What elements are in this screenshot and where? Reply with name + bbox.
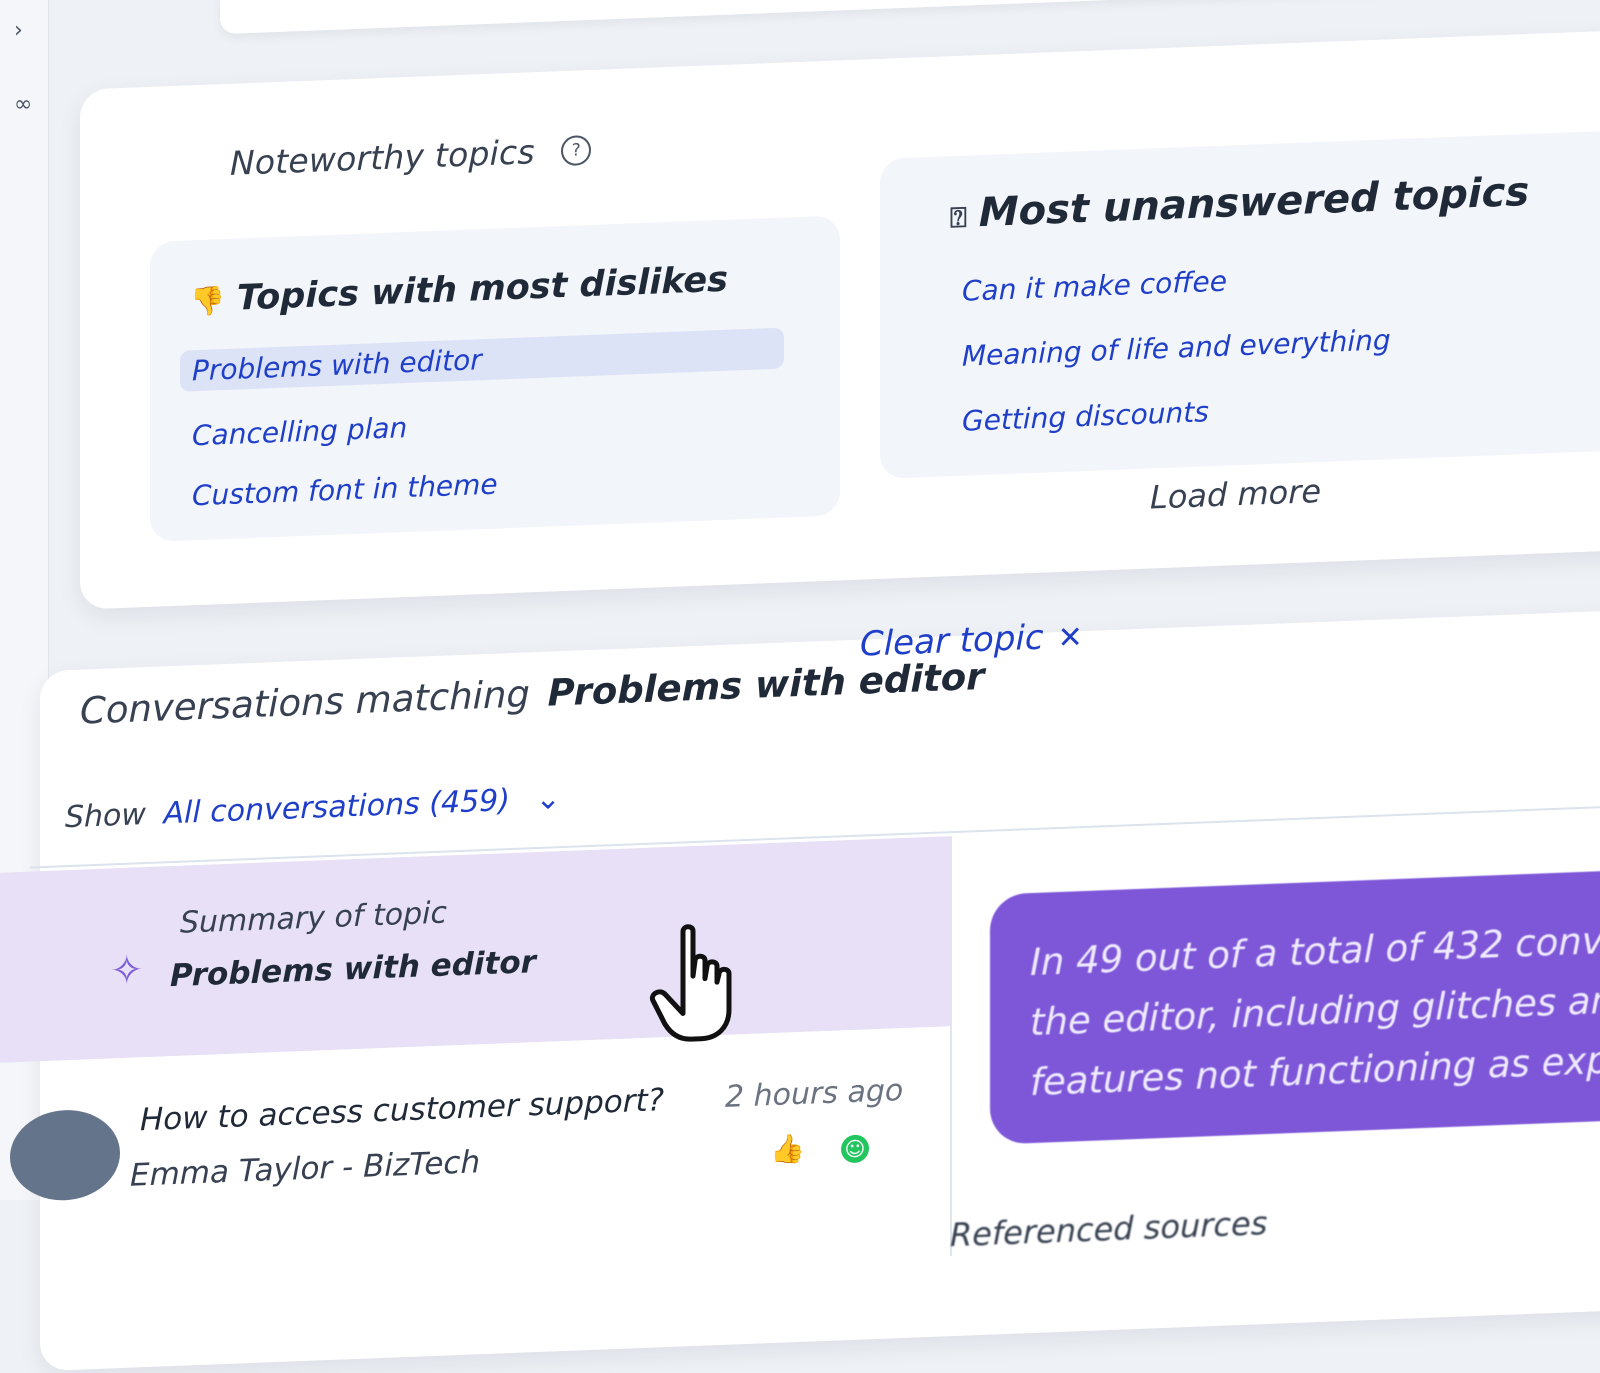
dislike-topic-link[interactable]: Custom font in theme — [180, 463, 510, 517]
sparkle-icon: ✧ — [110, 947, 144, 995]
close-icon[interactable]: ✕ — [1058, 620, 1083, 656]
unanswered-topic-link[interactable]: Getting discounts — [950, 391, 1221, 442]
load-more-button[interactable]: Load more — [1150, 472, 1321, 517]
summary-bubble: In 49 out of a total of 432 conver the e… — [990, 866, 1600, 1145]
conversation-time: 2 hours ago — [725, 1072, 904, 1115]
top-card-edge — [220, 0, 1600, 35]
column-divider — [950, 836, 952, 1257]
thumbs-up-icon: 👍 — [770, 1131, 805, 1167]
dislike-topic-link[interactable]: Problems with editor — [180, 327, 784, 392]
smile-icon: ☺ — [840, 1134, 869, 1164]
dislike-topic-link[interactable]: Cancelling plan — [180, 407, 419, 457]
nodes-icon[interactable]: ∞ — [14, 92, 32, 117]
unanswered-title: ⍰ Most unanswered topics — [950, 168, 1530, 237]
feedback-icons: 👍 ☺ — [770, 1129, 869, 1166]
question-circle-icon[interactable]: ? — [561, 134, 592, 167]
dislikes-title: 👎 Topics with most dislikes — [190, 259, 729, 319]
hand-cursor-icon — [649, 924, 732, 1042]
unanswered-topic-link[interactable]: Can it make coffee — [950, 260, 1239, 312]
main-content: Noteworthy topics ? 👎 Topics with most di… — [0, 0, 1600, 1372]
chevron-right-icon[interactable]: › — [14, 18, 23, 43]
noteworthy-topics-card: Noteworthy topics ? 👎 Topics with most di… — [80, 27, 1600, 610]
noteworthy-title: Noteworthy topics ? — [230, 130, 592, 183]
dislikes-panel: 👎 Topics with most dislikes Problems with… — [150, 215, 840, 542]
chevron-down-icon[interactable]: ⌄ — [536, 781, 561, 817]
thumbs-down-icon: 👎 — [190, 284, 225, 319]
question-box-icon: ⍰ — [950, 200, 967, 235]
clear-topic-button[interactable]: Clear topic ✕ — [860, 616, 1083, 665]
unanswered-panel: ⍰ Most unanswered topics Can it make coff… — [880, 129, 1600, 479]
unanswered-topic-link[interactable]: Meaning of life and everything — [950, 319, 1403, 377]
